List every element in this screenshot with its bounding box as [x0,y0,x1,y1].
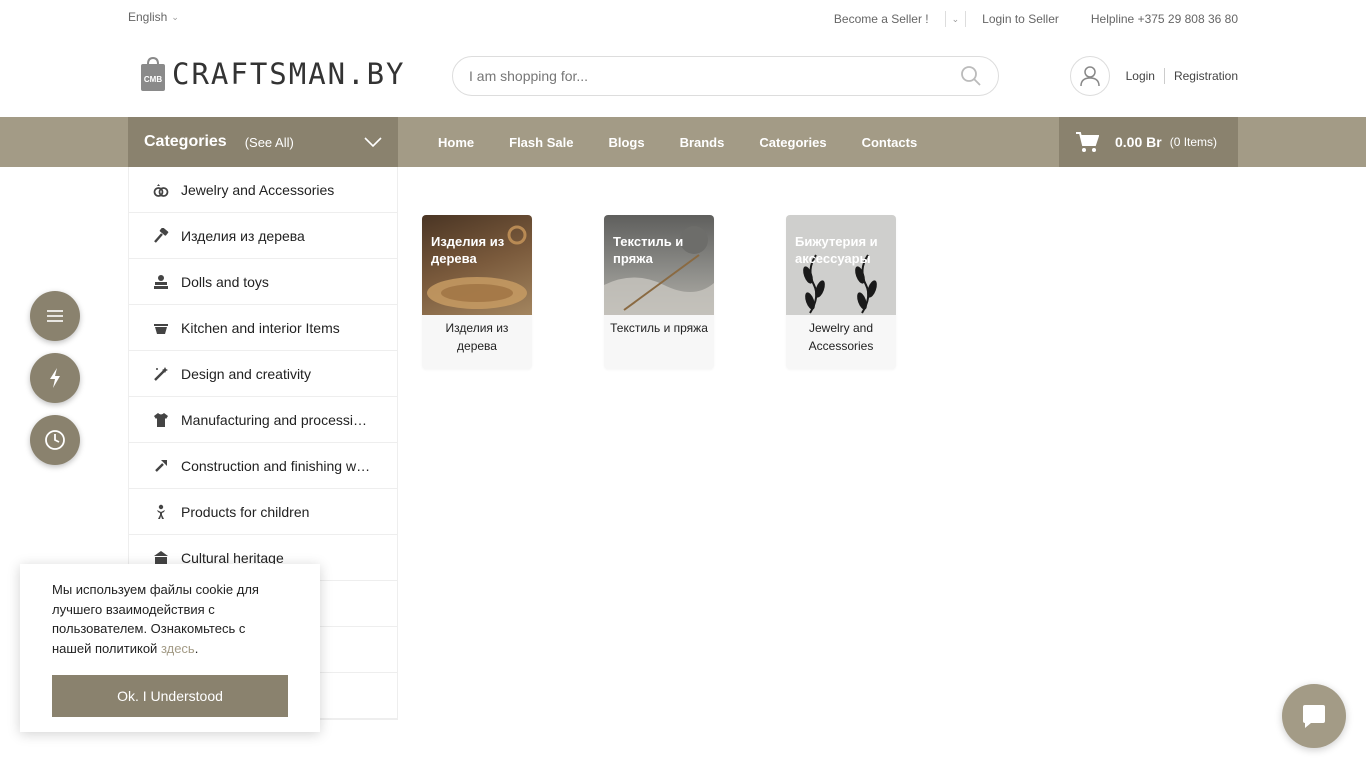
logo-bag-text: CMB [144,75,162,84]
nav-links: Home Flash Sale Blogs Brands Categories … [438,117,952,167]
category-caption: Jewelry and Accessories [808,321,874,353]
cookie-accept-button[interactable]: Ok. I Understood [52,675,288,717]
flash-sale-fab[interactable] [30,353,80,403]
toys-icon [153,274,169,290]
user-icon [1079,66,1100,87]
registration-link[interactable]: Registration [1174,69,1238,83]
language-label: English [128,10,168,24]
nav-flash-sale[interactable]: Flash Sale [509,135,573,150]
child-icon [153,504,169,520]
divider [1163,68,1165,84]
cart-amount: 0.00 Br [1115,134,1162,150]
main-nav: Categories (See All) Home Flash Sale Blo… [0,117,1366,167]
sidebar-item-children[interactable]: Products for children [129,489,397,535]
magic-wand-icon [153,366,169,382]
cart-icon [1076,132,1099,152]
nav-home[interactable]: Home [438,135,474,150]
chat-button[interactable] [1282,684,1346,748]
sidebar-item-label: Design and creativity [181,365,311,382]
categories-title: Categories [144,133,227,150]
history-fab[interactable] [30,415,80,465]
sidebar-item-wood[interactable]: Изделия из дерева [129,213,397,259]
sidebar-item-jewelry[interactable]: Jewelry and Accessories [129,167,397,213]
tshirt-icon [153,412,169,428]
category-caption: Изделия из дерева [445,321,509,353]
cart-item-count: (0 Items) [1169,135,1218,149]
sidebar-item-manufacturing[interactable]: Manufacturing and processi… [129,397,397,443]
sidebar-item-construction[interactable]: Construction and finishing w… [129,443,397,489]
top-links: Become a Seller ! ⌄ Login to Seller Help… [834,11,1238,27]
category-image-text: Изделия из дерева [431,234,505,266]
category-card[interactable]: Изделия из дерева Изделия из дерева [422,215,532,369]
sidebar-item-dolls[interactable]: Dolls and toys [129,259,397,305]
nav-blogs[interactable]: Blogs [608,135,644,150]
nav-brands[interactable]: Brands [680,135,725,150]
sidebar-item-label: Products for children [181,503,310,520]
rings-icon [153,182,169,198]
hammer-icon [153,227,169,244]
category-cards: Изделия из дерева Изделия из дерева Текс… [422,215,896,369]
nav-categories[interactable]: Categories [759,135,826,150]
categories-dropdown[interactable]: Categories (See All) [128,117,398,167]
site-logo[interactable]: CMB CRAFTSMAN.BY [140,56,406,92]
sidebar-item-label: Kitchen and interior Items [181,319,340,336]
chat-bubble-icon [1303,705,1325,728]
sidebar-item-design[interactable]: Design and creativity [129,351,397,397]
user-area: Login Registration [1069,56,1238,96]
category-card[interactable]: Бижутерия и аксессуары Jewelry and Acces… [786,215,896,369]
flash-icon [50,368,60,388]
cookie-text-end: . [194,640,199,656]
search-bar [452,56,999,96]
see-all-link[interactable]: (See All) [245,135,294,150]
shopping-bag-logo-icon: CMB [141,56,165,91]
clock-icon [45,430,65,450]
sidebar-item-label: Dolls and toys [181,273,269,290]
category-image: Изделия из дерева [422,215,532,315]
chevron-down-icon: ⌄ [171,11,179,22]
sidebar-item-label: Jewelry and Accessories [181,181,335,198]
category-image-text: Текстиль и пряжа [613,234,684,266]
cookie-text: Мы используем файлы cookie для лучшего в… [52,582,259,656]
top-bar: English ⌄ Become a Seller ! ⌄ Login to S… [128,0,1238,36]
search-input[interactable] [469,68,960,84]
sidebar-item-kitchen[interactable]: Kitchen and interior Items [129,305,397,351]
trowel-icon [153,458,169,474]
bowl-icon [153,320,169,336]
menu-icon [47,310,63,322]
search-icon[interactable] [960,65,982,87]
cookie-banner: Мы используем файлы cookie для лучшего в… [20,564,320,732]
sidebar-item-label: Manufacturing and processi… [181,411,367,428]
category-card[interactable]: Текстиль и пряжа Текстиль и пряжа [604,215,714,369]
category-image-text: Бижутерия и аксессуары [795,234,878,266]
helpline-text: Helpline +375 29 808 36 80 [1090,12,1238,26]
category-image: Текстиль и пряжа [604,215,714,315]
chevron-down-icon[interactable]: ⌄ [944,11,967,27]
cookie-policy-link[interactable]: здесь [161,641,195,656]
cart-button[interactable]: 0.00 Br (0 Items) [1059,117,1238,167]
header: CMB CRAFTSMAN.BY Login Registration [128,36,1238,116]
menu-fab[interactable] [30,291,80,341]
login-seller-link[interactable]: Login to Seller [982,12,1059,26]
category-image: Бижутерия и аксессуары [786,215,896,315]
login-link[interactable]: Login [1126,69,1155,83]
chevron-down-icon [364,137,382,147]
cookie-message: Мы используем файлы cookie для лучшего в… [52,580,288,658]
category-caption: Текстиль и пряжа [610,321,708,335]
user-avatar[interactable] [1069,56,1110,96]
logo-text: CRAFTSMAN.BY [172,57,406,91]
nav-contacts[interactable]: Contacts [862,135,918,150]
language-selector[interactable]: English ⌄ [128,10,179,24]
become-seller-link[interactable]: Become a Seller ! [834,12,929,26]
sidebar-item-label: Construction and finishing w… [181,457,371,474]
sidebar-item-label: Изделия из дерева [181,227,305,244]
